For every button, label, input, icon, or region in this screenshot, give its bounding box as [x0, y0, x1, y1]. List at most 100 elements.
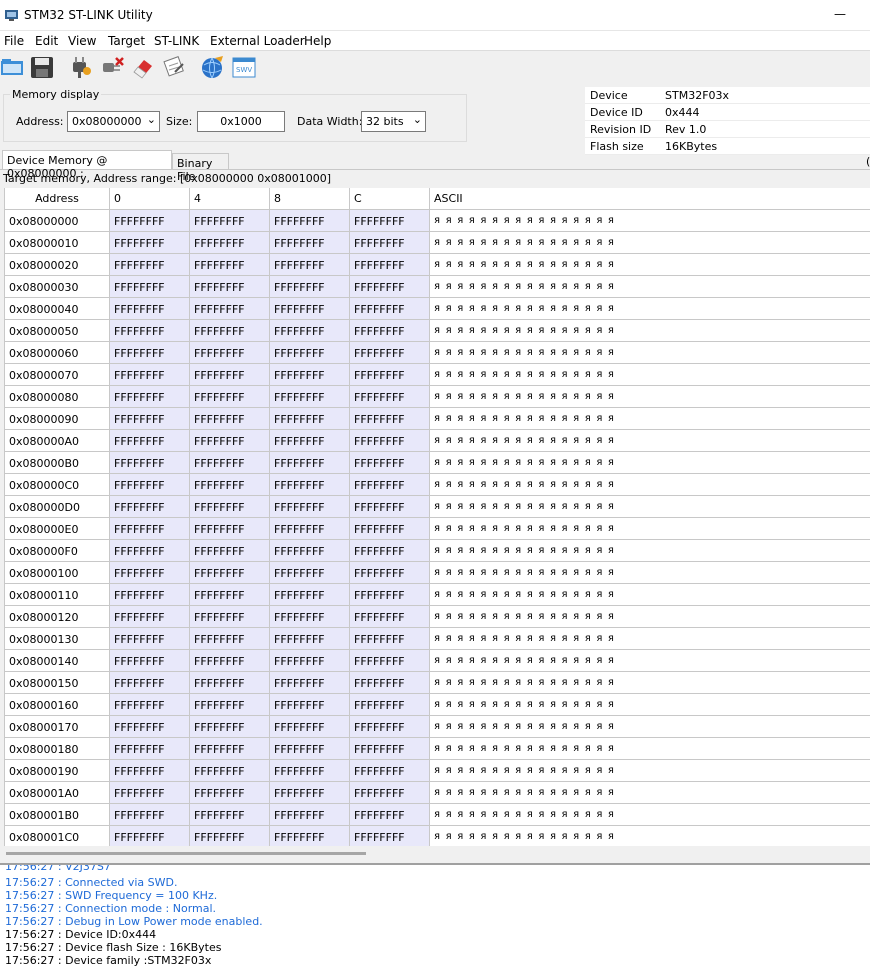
value-cell[interactable]: FFFFFFFF [270, 408, 350, 430]
memory-grid[interactable]: Address 0 4 8 C ASCII 0x08000000 FFFFFFFF… [4, 188, 870, 846]
value-cell[interactable]: FFFFFFFF [270, 276, 350, 298]
address-cell[interactable]: 0x08000090 [5, 408, 110, 430]
value-cell[interactable]: FFFFFFFF [270, 738, 350, 760]
value-cell[interactable]: FFFFFFFF [110, 584, 190, 606]
table-row[interactable]: 0x08000040 FFFFFFFF FFFFFFFF FFFFFFFF FFFFFF… [5, 298, 870, 320]
table-row[interactable]: 0x08000060 FFFFFFFF FFFFFFFF FFFFFFFF FFFFFF… [5, 342, 870, 364]
value-cell[interactable]: FFFFFFFF [190, 474, 270, 496]
value-cell[interactable]: FFFFFFFF [190, 716, 270, 738]
value-cell[interactable]: FFFFFFFF [110, 782, 190, 804]
menu-edit[interactable]: Edit [35, 34, 58, 48]
ascii-cell[interactable]: я я я я я я я я я я я я я я я я [430, 694, 870, 716]
value-cell[interactable]: FFFFFFFF [110, 386, 190, 408]
table-row[interactable]: 0x080000F0 FFFFFFFF FFFFFFFF FFFFFFFF FFFFFF… [5, 540, 870, 562]
table-row[interactable]: 0x08000190 FFFFFFFF FFFFFFFF FFFFFFFF FFFFFF… [5, 760, 870, 782]
value-cell[interactable]: FFFFFFFF [350, 408, 430, 430]
value-cell[interactable]: FFFFFFFF [350, 364, 430, 386]
value-cell[interactable]: FFFFFFFF [190, 320, 270, 342]
value-cell[interactable]: FFFFFFFF [110, 760, 190, 782]
value-cell[interactable]: FFFFFFFF [350, 452, 430, 474]
value-cell[interactable]: FFFFFFFF [350, 650, 430, 672]
ascii-cell[interactable]: я я я я я я я я я я я я я я я я [430, 408, 870, 430]
column-header-c[interactable]: C [350, 188, 430, 210]
table-row[interactable]: 0x080000A0 FFFFFFFF FFFFFFFF FFFFFFFF FFFFFF… [5, 430, 870, 452]
value-cell[interactable]: FFFFFFFF [350, 760, 430, 782]
value-cell[interactable]: FFFFFFFF [110, 232, 190, 254]
value-cell[interactable]: FFFFFFFF [190, 782, 270, 804]
value-cell[interactable]: FFFFFFFF [270, 716, 350, 738]
value-cell[interactable]: FFFFFFFF [270, 584, 350, 606]
ascii-cell[interactable]: я я я я я я я я я я я я я я я я [430, 804, 870, 826]
ascii-cell[interactable]: я я я я я я я я я я я я я я я я [430, 518, 870, 540]
minimize-button[interactable]: — [834, 7, 846, 21]
save-icon[interactable] [29, 54, 57, 82]
value-cell[interactable]: FFFFFFFF [270, 320, 350, 342]
value-cell[interactable]: FFFFFFFF [270, 342, 350, 364]
value-cell[interactable]: FFFFFFFF [350, 540, 430, 562]
open-file-icon[interactable] [0, 54, 28, 82]
value-cell[interactable]: FFFFFFFF [350, 606, 430, 628]
value-cell[interactable]: FFFFFFFF [350, 738, 430, 760]
value-cell[interactable]: FFFFFFFF [270, 650, 350, 672]
address-cell[interactable]: 0x08000110 [5, 584, 110, 606]
menu-view[interactable]: View [68, 34, 96, 48]
address-cell[interactable]: 0x080001C0 [5, 826, 110, 846]
value-cell[interactable]: FFFFFFFF [190, 628, 270, 650]
value-cell[interactable]: FFFFFFFF [270, 672, 350, 694]
value-cell[interactable]: FFFFFFFF [190, 408, 270, 430]
address-cell[interactable]: 0x08000000 [5, 210, 110, 232]
ascii-cell[interactable]: я я я я я я я я я я я я я я я я [430, 364, 870, 386]
address-cell[interactable]: 0x08000140 [5, 650, 110, 672]
value-cell[interactable]: FFFFFFFF [270, 386, 350, 408]
value-cell[interactable]: FFFFFFFF [270, 826, 350, 846]
table-row[interactable]: 0x080000E0 FFFFFFFF FFFFFFFF FFFFFFFF FFFFFF… [5, 518, 870, 540]
address-cell[interactable]: 0x08000060 [5, 342, 110, 364]
scrollbar-thumb[interactable] [6, 852, 366, 855]
value-cell[interactable]: FFFFFFFF [110, 408, 190, 430]
value-cell[interactable]: FFFFFFFF [190, 804, 270, 826]
value-cell[interactable]: FFFFFFFF [110, 276, 190, 298]
value-cell[interactable]: FFFFFFFF [350, 584, 430, 606]
value-cell[interactable]: FFFFFFFF [110, 452, 190, 474]
value-cell[interactable]: FFFFFFFF [350, 694, 430, 716]
value-cell[interactable]: FFFFFFFF [110, 320, 190, 342]
value-cell[interactable]: FFFFFFFF [190, 298, 270, 320]
address-cell[interactable]: 0x08000160 [5, 694, 110, 716]
value-cell[interactable]: FFFFFFFF [270, 298, 350, 320]
value-cell[interactable]: FFFFFFFF [110, 474, 190, 496]
value-cell[interactable]: FFFFFFFF [110, 364, 190, 386]
table-row[interactable]: 0x08000080 FFFFFFFF FFFFFFFF FFFFFFFF FFFFFF… [5, 386, 870, 408]
value-cell[interactable]: FFFFFFFF [270, 562, 350, 584]
table-row[interactable]: 0x08000030 FFFFFFFF FFFFFFFF FFFFFFFF FFFFFF… [5, 276, 870, 298]
address-cell[interactable]: 0x080000B0 [5, 452, 110, 474]
value-cell[interactable]: FFFFFFFF [190, 386, 270, 408]
table-row[interactable]: 0x08000020 FFFFFFFF FFFFFFFF FFFFFFFF FFFFFF… [5, 254, 870, 276]
value-cell[interactable]: FFFFFFFF [110, 628, 190, 650]
table-row[interactable]: 0x08000050 FFFFFFFF FFFFFFFF FFFFFFFF FFFFFF… [5, 320, 870, 342]
ascii-cell[interactable]: я я я я я я я я я я я я я я я я [430, 298, 870, 320]
value-cell[interactable]: FFFFFFFF [190, 738, 270, 760]
ascii-cell[interactable]: я я я я я я я я я я я я я я я я [430, 672, 870, 694]
table-row[interactable]: 0x08000140 FFFFFFFF FFFFFFFF FFFFFFFF FFFFFF… [5, 650, 870, 672]
address-cell[interactable]: 0x08000040 [5, 298, 110, 320]
value-cell[interactable]: FFFFFFFF [350, 386, 430, 408]
value-cell[interactable]: FFFFFFFF [110, 738, 190, 760]
value-cell[interactable]: FFFFFFFF [110, 518, 190, 540]
address-cell[interactable]: 0x08000080 [5, 386, 110, 408]
table-row[interactable]: 0x08000170 FFFFFFFF FFFFFFFF FFFFFFFF FFFFFF… [5, 716, 870, 738]
ascii-cell[interactable]: я я я я я я я я я я я я я я я я [430, 826, 870, 846]
value-cell[interactable]: FFFFFFFF [110, 716, 190, 738]
erase-sectors-icon[interactable] [161, 54, 189, 82]
value-cell[interactable]: FFFFFFFF [270, 452, 350, 474]
value-cell[interactable]: FFFFFFFF [270, 540, 350, 562]
value-cell[interactable]: FFFFFFFF [350, 826, 430, 846]
ascii-cell[interactable]: я я я я я я я я я я я я я я я я [430, 320, 870, 342]
address-cell[interactable]: 0x080000C0 [5, 474, 110, 496]
table-row[interactable]: 0x08000000 FFFFFFFF FFFFFFFF FFFFFFFF FFFFFF… [5, 210, 870, 232]
connect-plug-icon[interactable] [67, 54, 95, 82]
address-cell[interactable]: 0x080001A0 [5, 782, 110, 804]
menu-file[interactable]: File [4, 34, 24, 48]
value-cell[interactable]: FFFFFFFF [190, 760, 270, 782]
ascii-cell[interactable]: я я я я я я я я я я я я я я я я [430, 606, 870, 628]
ascii-cell[interactable]: я я я я я я я я я я я я я я я я [430, 738, 870, 760]
